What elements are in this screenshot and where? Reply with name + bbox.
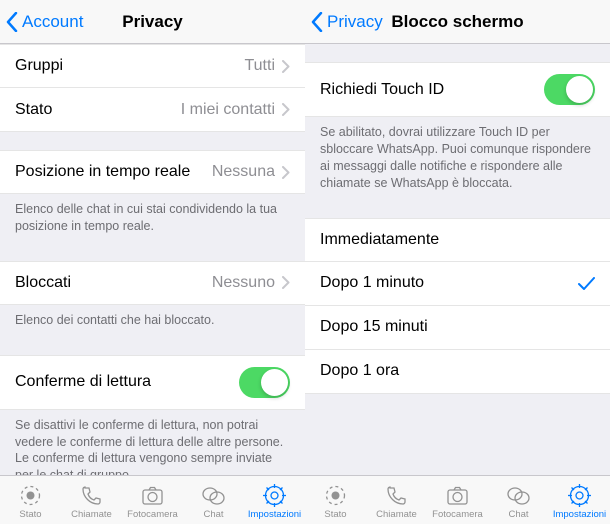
page-title: Privacy <box>122 12 183 32</box>
touch-id-toggle[interactable] <box>544 74 595 105</box>
phone-icon <box>79 483 104 508</box>
cell-value: Nessuno <box>212 274 275 292</box>
cell-label: Dopo 1 ora <box>320 362 399 380</box>
cell-label: Conferme di lettura <box>15 373 151 391</box>
interval-option[interactable]: Dopo 15 minuti <box>305 306 610 350</box>
tab-chat[interactable]: Chat <box>488 476 549 524</box>
cell-label: Dopo 15 minuti <box>320 318 428 336</box>
cell-label: Richiedi Touch ID <box>320 81 444 99</box>
check-icon <box>578 277 595 290</box>
status-row[interactable]: Stato I miei contatti <box>0 88 305 132</box>
cell-value: Nessuna <box>212 163 275 181</box>
chevron-right-icon <box>282 166 290 179</box>
back-button[interactable]: Privacy <box>305 12 383 32</box>
touch-id-footer: Se abilitato, dovrai utilizzare Touch ID… <box>305 117 610 200</box>
cell-label: Immediatamente <box>320 231 439 249</box>
tab-label: Impostazioni <box>248 509 301 520</box>
tab-chiamate[interactable]: Chiamate <box>366 476 427 524</box>
touch-id-row: Richiedi Touch ID <box>305 62 610 117</box>
camera-icon <box>445 483 470 508</box>
content: Gruppi Tutti Stato I miei contatti Posiz… <box>0 44 305 475</box>
tab-fotocamera[interactable]: Fotocamera <box>427 476 488 524</box>
tab-label: Fotocamera <box>432 509 483 520</box>
gear-icon <box>567 483 592 508</box>
tab-label: Chiamate <box>71 509 112 520</box>
cell-label: Stato <box>15 101 52 119</box>
read-receipts-row: Conferme di lettura <box>0 355 305 410</box>
cell-value: I miei contatti <box>181 101 275 119</box>
tab-label: Chat <box>203 509 223 520</box>
tab-label: Stato <box>324 509 346 520</box>
back-label: Privacy <box>327 12 383 32</box>
live-location-row[interactable]: Posizione in tempo reale Nessuna <box>0 150 305 194</box>
chevron-left-icon <box>311 12 323 32</box>
chevron-right-icon <box>282 103 290 116</box>
tab-fotocamera[interactable]: Fotocamera <box>122 476 183 524</box>
chat-icon <box>201 483 226 508</box>
gear-icon <box>262 483 287 508</box>
tab-stato[interactable]: Stato <box>305 476 366 524</box>
tab-chat[interactable]: Chat <box>183 476 244 524</box>
live-location-footer: Elenco delle chat in cui stai condividen… <box>0 194 305 243</box>
tab-chiamate[interactable]: Chiamate <box>61 476 122 524</box>
phone-icon <box>384 483 409 508</box>
back-button[interactable]: Account <box>0 12 83 32</box>
cell-label: Gruppi <box>15 57 63 75</box>
tab-label: Stato <box>19 509 41 520</box>
tab-label: Chat <box>508 509 528 520</box>
back-label: Account <box>22 12 83 32</box>
toggle-knob <box>261 369 288 396</box>
interval-option[interactable]: Dopo 1 minuto <box>305 262 610 306</box>
interval-option[interactable]: Dopo 1 ora <box>305 350 610 394</box>
status-icon <box>323 483 348 508</box>
tab-impostazioni[interactable]: Impostazioni <box>244 476 305 524</box>
page-title: Blocco schermo <box>391 12 523 32</box>
read-receipts-toggle[interactable] <box>239 367 290 398</box>
tabbar: Stato Chiamate Fotocamera Chat Impostazi… <box>305 475 610 524</box>
navbar: Privacy Blocco schermo <box>305 0 610 44</box>
blocked-footer: Elenco dei contatti che hai bloccato. <box>0 305 305 337</box>
cell-label: Dopo 1 minuto <box>320 274 424 292</box>
cell-label: Bloccati <box>15 274 71 292</box>
read-receipts-footer: Se disattivi le conferme di lettura, non… <box>0 410 305 475</box>
groups-row[interactable]: Gruppi Tutti <box>0 44 305 88</box>
chevron-right-icon <box>282 60 290 73</box>
tab-impostazioni[interactable]: Impostazioni <box>549 476 610 524</box>
tab-label: Chiamate <box>376 509 417 520</box>
chevron-right-icon <box>282 276 290 289</box>
camera-icon <box>140 483 165 508</box>
tab-stato[interactable]: Stato <box>0 476 61 524</box>
content: Richiedi Touch ID Se abilitato, dovrai u… <box>305 44 610 475</box>
cell-value: Tutti <box>244 57 275 75</box>
toggle-knob <box>566 76 593 103</box>
tabbar: Stato Chiamate Fotocamera Chat Impostazi… <box>0 475 305 524</box>
privacy-screen: Account Privacy Gruppi Tutti Stato I mie… <box>0 0 305 524</box>
blocked-row[interactable]: Bloccati Nessuno <box>0 261 305 305</box>
navbar: Account Privacy <box>0 0 305 44</box>
tab-label: Fotocamera <box>127 509 178 520</box>
chat-icon <box>506 483 531 508</box>
cell-label: Posizione in tempo reale <box>15 163 190 181</box>
chevron-left-icon <box>6 12 18 32</box>
tab-label: Impostazioni <box>553 509 606 520</box>
interval-option[interactable]: Immediatamente <box>305 218 610 262</box>
status-icon <box>18 483 43 508</box>
screen-lock-screen: Privacy Blocco schermo Richiedi Touch ID… <box>305 0 610 524</box>
